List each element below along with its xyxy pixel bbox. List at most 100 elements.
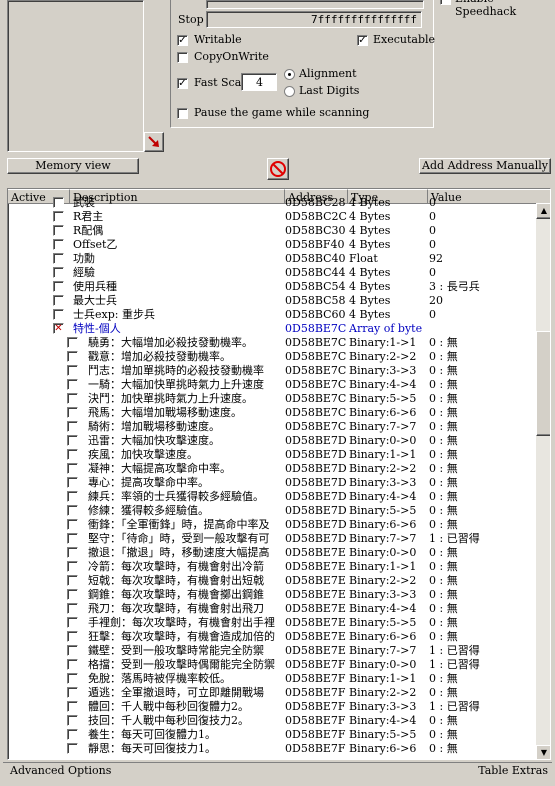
table-row[interactable]: 免脫：落馬時被俘機率較低。 0D58BE7F Binary:1->1 0 : 無 <box>8 672 536 686</box>
row-active-checkbox[interactable] <box>67 407 78 418</box>
advanced-options-label[interactable]: Advanced Options <box>10 763 111 779</box>
table-row[interactable]: 靜思：每天可回復技力1。 0D58BE7F Binary:6->6 0 : 無 <box>8 742 536 756</box>
table-row[interactable]: 士兵exp: 重步兵 0D58BC60 4 Bytes 0 <box>8 308 536 322</box>
row-active-checkbox[interactable] <box>67 351 78 362</box>
table-row[interactable]: 一騎：大幅加快單挑時氣力上升速度 0D58BE7C Binary:4->4 0 : 無 <box>8 378 536 392</box>
table-group-row[interactable]: ✕ 特性-個人 0D58BE7C Array of byte <box>8 322 536 336</box>
scan-value-field[interactable] <box>206 0 424 9</box>
scroll-thumb[interactable] <box>536 331 550 436</box>
table-row[interactable]: 短戟：每次攻擊時，有機會射出短戟 0D58BE7E Binary:2->2 0 : 無 <box>8 574 536 588</box>
table-scrollbar[interactable]: ▲ ▼ <box>536 203 550 759</box>
table-row[interactable]: 堅守：「待命」時，受到一般攻擊有可 0D58BE7D Binary:7->7 1 : … <box>8 532 536 546</box>
row-active-checkbox[interactable] <box>67 421 78 432</box>
memory-view-button[interactable]: Memory view <box>7 158 139 174</box>
table-row[interactable]: 最大士兵 0D58BC58 4 Bytes 20 <box>8 294 536 308</box>
row-active-checkbox[interactable] <box>53 267 64 278</box>
row-active-checkbox[interactable] <box>67 435 78 446</box>
table-row[interactable]: 手裡劍：每次攻擊時，有機會射出手裡 0D58BE7E Binary:5->5 0 : … <box>8 616 536 630</box>
row-active-checkbox[interactable] <box>53 309 64 320</box>
add-address-manually-button[interactable]: Add Address Manually <box>419 158 551 174</box>
table-row[interactable]: 撤退：「撤退」時，移動速度大幅提高 0D58BE7E Binary:0->0 0 : … <box>8 546 536 560</box>
row-active-checkbox[interactable] <box>53 225 64 236</box>
table-row[interactable]: 戳意：增加必殺技發動機率。 0D58BE7C Binary:2->2 0 : 無 <box>8 350 536 364</box>
row-active-checkbox[interactable] <box>67 673 78 684</box>
cheat-table[interactable]: Active Description Address Type Value 武裝… <box>7 188 551 760</box>
table-extras-label[interactable]: Table Extras <box>478 763 548 779</box>
executable-checkbox[interactable]: ✓ <box>357 35 368 46</box>
row-active-checkbox[interactable] <box>67 659 78 670</box>
table-row[interactable]: 武裝 0D58BC28 4 Bytes 0 <box>8 196 536 210</box>
row-active-checkbox[interactable] <box>67 631 78 642</box>
table-row[interactable]: Offset乙 0D58BF40 4 Bytes 0 <box>8 238 536 252</box>
table-row[interactable]: 技回：千人戰中每秒回復技力2。 0D58BE7F Binary:4->4 0 : 無 <box>8 714 536 728</box>
row-active-checkbox[interactable] <box>67 365 78 376</box>
table-row[interactable]: R君主 0D58BC2C 4 Bytes 0 <box>8 210 536 224</box>
clear-list-button[interactable] <box>267 158 289 180</box>
row-active-checkbox[interactable] <box>53 239 64 250</box>
add-to-list-button[interactable] <box>144 132 164 152</box>
last-digits-radio[interactable] <box>284 86 295 97</box>
row-active-checkbox[interactable] <box>53 281 64 292</box>
stop-address-field[interactable]: 7fffffffffffffff <box>206 11 422 28</box>
row-active-checkbox[interactable] <box>67 687 78 698</box>
table-row[interactable]: 冷箭：每次攻擊時，有機會射出冷箭 0D58BE7E Binary:1->1 0 : 無 <box>8 560 536 574</box>
table-row[interactable]: 決鬥：加快單挑時氣力上升速度。 0D58BE7C Binary:5->5 0 : 無 <box>8 392 536 406</box>
table-row[interactable]: 體回：千人戰中每秒回復體力2。 0D58BE7F Binary:3->3 1 : 已習… <box>8 700 536 714</box>
row-active-checkbox[interactable] <box>67 519 78 530</box>
row-active-checkbox[interactable] <box>53 295 64 306</box>
row-active-checkbox[interactable] <box>53 211 64 222</box>
row-active-checkbox[interactable] <box>67 603 78 614</box>
row-active-checkbox[interactable] <box>67 463 78 474</box>
table-row[interactable]: 遁逃：全軍撤退時，可立即離開戰場 0D58BE7F Binary:2->2 0 : 無 <box>8 686 536 700</box>
table-row[interactable]: 狂擊：每次攻擊時，有機會造成加倍的 0D58BE7E Binary:6->6 0 : … <box>8 630 536 644</box>
row-active-checkbox[interactable] <box>67 505 78 516</box>
row-active-checkbox[interactable] <box>67 393 78 404</box>
alignment-radio[interactable] <box>284 69 295 80</box>
row-active-checkbox[interactable] <box>67 477 78 488</box>
table-row[interactable]: 騎術：增加戰場移動速度。 0D58BE7C Binary:7->7 0 : 無 <box>8 420 536 434</box>
table-row[interactable]: 使用兵種 0D58BC54 4 Bytes 3 : 長弓兵 <box>8 280 536 294</box>
table-row[interactable]: 疾風：加快攻擊速度。 0D58BE7D Binary:1->1 0 : 無 <box>8 448 536 462</box>
row-active-checkbox[interactable] <box>53 253 64 264</box>
row-active-checkbox[interactable] <box>67 701 78 712</box>
table-row[interactable]: 養生：每天可回復體力1。 0D58BE7F Binary:5->5 0 : 無 <box>8 728 536 742</box>
table-row[interactable]: 迅雷：大幅加快攻擊速度。 0D58BE7D Binary:0->0 0 : 無 <box>8 434 536 448</box>
row-active-checkbox[interactable] <box>67 533 78 544</box>
table-row[interactable]: 飛馬：大幅增加戰場移動速度。 0D58BE7C Binary:6->6 0 : 無 <box>8 406 536 420</box>
row-active-checkbox[interactable] <box>67 337 78 348</box>
row-active-checkbox[interactable] <box>67 743 78 754</box>
writable-checkbox[interactable]: ✓ <box>177 35 188 46</box>
table-row[interactable]: 鋼錐：每次攻擊時，有機會擲出鋼錐 0D58BE7E Binary:3->3 0 : 無 <box>8 588 536 602</box>
row-active-checkbox[interactable] <box>67 561 78 572</box>
row-active-checkbox[interactable] <box>67 491 78 502</box>
speedhack-checkbox[interactable] <box>440 0 451 5</box>
row-active-checkbox[interactable] <box>67 729 78 740</box>
table-row[interactable]: 專心：提高攻擊命中率。 0D58BE7D Binary:3->3 0 : 無 <box>8 476 536 490</box>
table-row[interactable]: 衝鋒：「全軍衝鋒」時，提高命中率及 0D58BE7D Binary:6->6 0 : … <box>8 518 536 532</box>
row-active-checkbox[interactable] <box>67 589 78 600</box>
table-row[interactable]: 練兵：率領的士兵獲得較多經驗值。 0D58BE7D Binary:4->4 0 : 無 <box>8 490 536 504</box>
pause-checkbox[interactable] <box>177 108 188 119</box>
table-row[interactable]: 經驗 0D58BC44 4 Bytes 0 <box>8 266 536 280</box>
table-row[interactable]: 飛刀：每次攻擊時，有機會射出飛刀 0D58BE7E Binary:4->4 0 : 無 <box>8 602 536 616</box>
table-row[interactable]: 格擋：受到一般攻擊時偶爾能完全防禦 0D58BE7F Binary:0->0 1 : … <box>8 658 536 672</box>
row-active-checkbox[interactable] <box>67 617 78 628</box>
table-row[interactable]: 功勳 0D58BC40 Float 92 <box>8 252 536 266</box>
row-active-checkbox[interactable] <box>67 575 78 586</box>
row-active-checkbox[interactable] <box>53 197 64 208</box>
row-active-checkbox[interactable] <box>67 645 78 656</box>
table-row[interactable]: R配偶 0D58BC30 4 Bytes 0 <box>8 224 536 238</box>
table-row[interactable]: 鬥志：增加單挑時的必殺技發動機率 0D58BE7C Binary:3->3 0 : 無 <box>8 364 536 378</box>
table-row[interactable]: 修練：獲得較多經驗值。 0D58BE7D Binary:5->5 0 : 無 <box>8 504 536 518</box>
table-row[interactable]: 凝神：大幅提高攻擊命中率。 0D58BE7D Binary:2->2 0 : 無 <box>8 462 536 476</box>
table-row[interactable]: 驍勇：大幅增加必殺技發動機率。 0D58BE7C Binary:1->1 0 : 無 <box>8 336 536 350</box>
row-active-checkbox[interactable]: ✕ <box>53 323 64 334</box>
copyonwrite-checkbox[interactable] <box>177 52 188 63</box>
row-active-checkbox[interactable] <box>67 547 78 558</box>
fastscan-checkbox[interactable]: ✓ <box>177 78 188 89</box>
row-active-checkbox[interactable] <box>67 379 78 390</box>
scroll-up-button[interactable]: ▲ <box>536 203 550 219</box>
row-active-checkbox[interactable] <box>67 449 78 460</box>
row-active-checkbox[interactable] <box>67 715 78 726</box>
scroll-down-button[interactable]: ▼ <box>536 745 550 759</box>
